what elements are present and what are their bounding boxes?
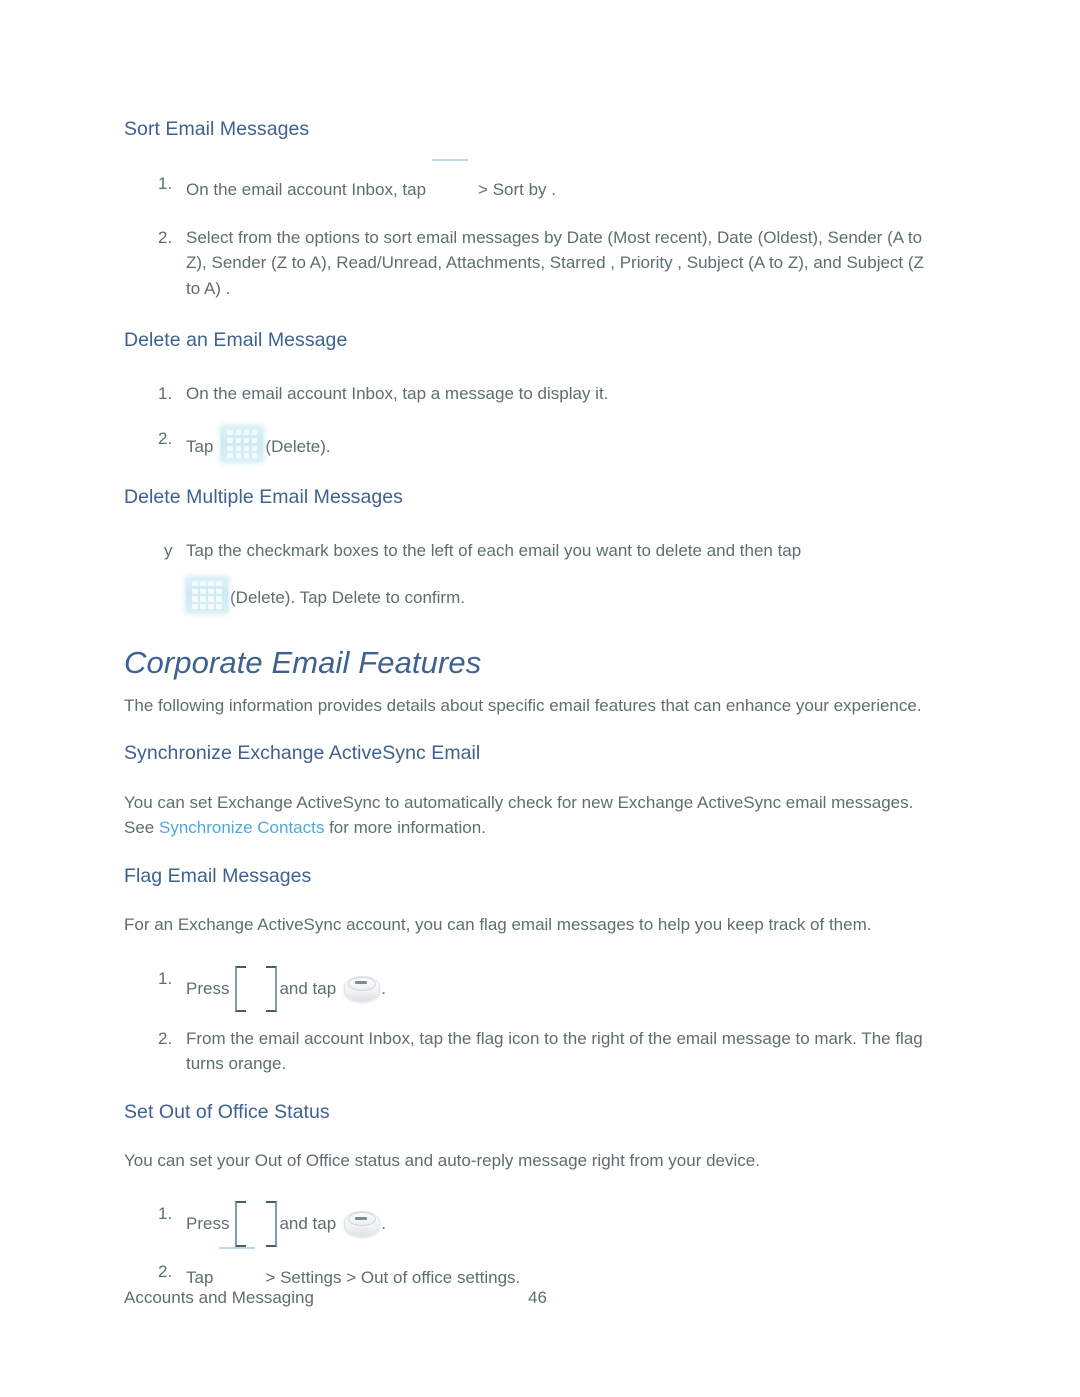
list-marker: 1. [158,1204,173,1224]
corporate-email-intro: The following information provides detai… [124,695,922,715]
out-of-office-paragraph: You can set your Out of Office status an… [124,1150,760,1170]
list-item: y Tap the checkmark boxes to the left of… [124,538,939,614]
step-text-before: Tap [186,1268,214,1288]
step-text-before: Press [186,1214,230,1234]
heading-delete-multiple-email-messages: Delete Multiple Email Messages [124,486,403,509]
footer-page-number: 46 [528,1288,547,1307]
list-marker: 1. [158,383,173,403]
page-footer: Accounts and Messaging 46 [124,1288,939,1308]
heading-flag-email-messages: Flag Email Messages [124,864,312,887]
step-text-after: > Sort by . [478,180,556,200]
missing-image-placeholder-icon[interactable] [235,965,278,1012]
menu-icon-placeholder[interactable] [215,1247,263,1281]
step-text-middle: and tap [279,978,337,998]
menu-icon-placeholder[interactable] [428,159,476,193]
list-marker: y [164,540,173,560]
paragraph-text-after: for more information. [324,818,486,838]
step-text-after: (Delete). Tap Delete to confirm. [230,588,465,608]
sort-email-steps: 1. On the email account Inbox, tap > Sort… [124,159,939,302]
delete-icon[interactable] [186,577,228,614]
step-text-after: > Settings > Out of office settings. [265,1268,521,1288]
step-text-middle: and tap [279,1214,337,1234]
step-text: Select from the options to sort email me… [186,227,924,298]
list-marker: 1. [158,968,173,988]
menu-key-icon[interactable] [342,1208,381,1238]
list-marker: 2. [158,1028,173,1048]
list-marker: 2. [158,1262,173,1282]
list-marker: 2. [158,227,173,247]
page-title: Corporate Email Features [124,645,482,681]
step-text-after: (Delete). [265,437,331,457]
step-text-before: On the email account Inbox, tap [186,180,427,200]
synchronize-paragraph: You can set Exchange ActiveSync to autom… [124,790,939,841]
heading-set-out-of-office-status: Set Out of Office Status [124,1100,330,1123]
step-text-after: . [381,978,386,998]
step-text-before: Tap the checkmark boxes to the left of e… [186,540,802,560]
step-text: On the email account Inbox, tap a messag… [186,383,609,403]
link-synchronize-contacts[interactable]: Synchronize Contacts [159,818,324,837]
list-item: 1. On the email account Inbox, tap a mes… [124,381,939,407]
flag-email-paragraph: For an Exchange ActiveSync account, you … [124,915,872,935]
menu-key-icon[interactable] [342,973,381,1003]
list-item: 2. Tap > Settings > Out of office setting… [124,1247,939,1291]
step-text-after: . [381,1214,386,1234]
delete-multiple-steps: y Tap the checkmark boxes to the left of… [124,538,939,614]
list-item: 1. Press and tap. [124,965,939,1012]
list-marker: 1. [158,174,173,194]
out-of-office-steps: 1. Press and tap. 2. Tap > Settings > Out … [124,1201,939,1291]
list-item: 1. Press and tap. [124,1201,939,1248]
missing-image-placeholder-icon[interactable] [235,1201,278,1248]
list-item: 2. Select from the options to sort email… [124,225,939,302]
heading-synchronize-exchange-activesync-email: Synchronize Exchange ActiveSync Email [124,742,481,765]
list-marker: 2. [158,429,173,449]
list-item: 2. Tap (Delete). [124,426,939,463]
list-item: 2. From the email account Inbox, tap the… [124,1026,939,1077]
step-text-before: Tap [186,437,214,457]
delete-icon[interactable] [221,426,264,463]
heading-sort-email-messages: Sort Email Messages [124,118,310,140]
document-page: Sort Email Messages 1. On the email acco… [0,0,1080,1397]
delete-email-steps: 1. On the email account Inbox, tap a mes… [124,381,939,463]
flag-email-steps: 1. Press and tap. 2. From the email accou… [124,965,939,1077]
list-item: 1. On the email account Inbox, tap > Sort… [124,159,939,203]
step-text-before: Press [186,978,230,998]
page-content: Sort Email Messages 1. On the email acco… [124,118,939,1291]
footer-chapter-label: Accounts and Messaging [124,1288,314,1307]
heading-delete-an-email-message: Delete an Email Message [124,329,348,352]
step-text: From the email account Inbox, tap the fl… [186,1028,923,1074]
